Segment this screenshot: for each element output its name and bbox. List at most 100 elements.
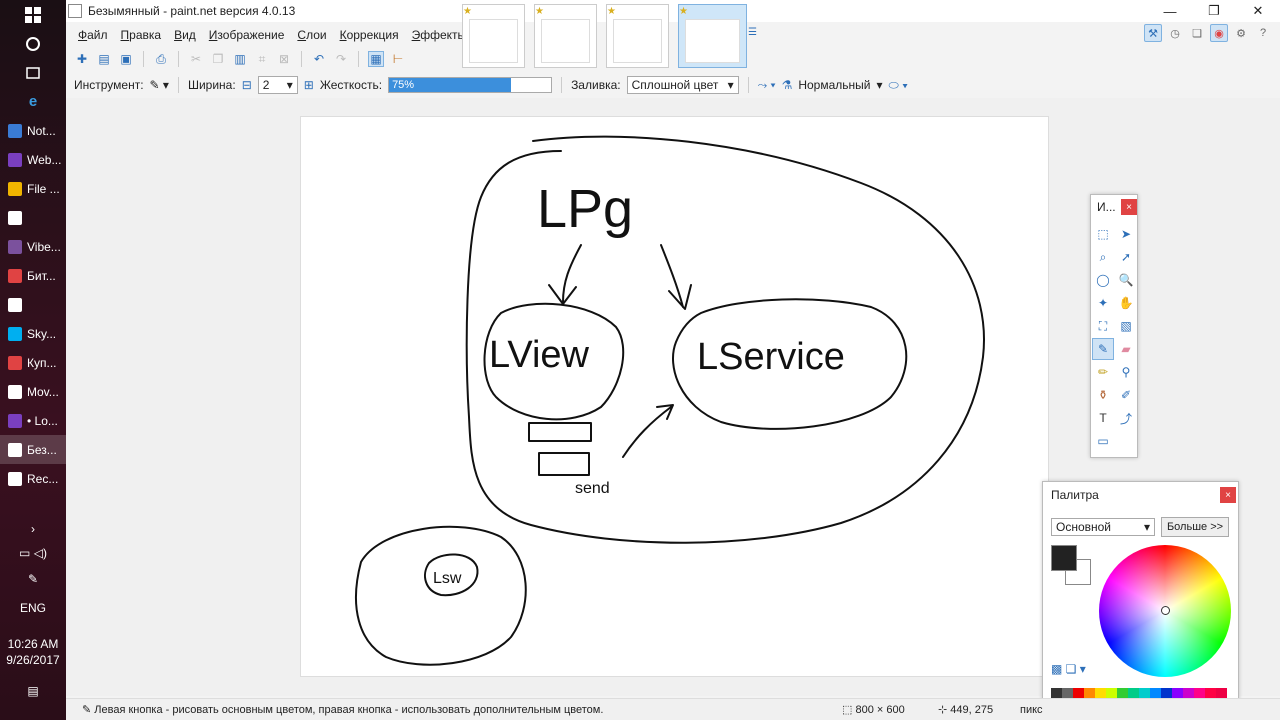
- menu-file[interactable]: Файл: [78, 28, 108, 42]
- shapes-icon[interactable]: ▭: [1092, 430, 1114, 452]
- rectangle-select-icon[interactable]: ⬚: [1092, 223, 1114, 245]
- notifications-icon[interactable]: ▤: [0, 684, 66, 698]
- chevron-down-icon[interactable]: ▾: [877, 78, 883, 92]
- menu-effects[interactable]: Эффекты: [412, 28, 467, 42]
- paint-bucket-icon[interactable]: ⛶: [1092, 315, 1114, 337]
- print-icon[interactable]: ⎙: [153, 51, 169, 67]
- width-increase-icon[interactable]: ⊞: [304, 78, 314, 92]
- hardness-slider[interactable]: 75%: [388, 77, 553, 93]
- menu-view[interactable]: Вид: [174, 28, 196, 42]
- clone-stamp-icon[interactable]: ⚱: [1092, 384, 1114, 406]
- tools-window-header[interactable]: И... ×: [1091, 195, 1137, 219]
- palette-mode-select[interactable]: Основной ▾: [1051, 518, 1155, 536]
- palette-more-button[interactable]: Больше >>: [1161, 517, 1229, 537]
- drawing-canvas[interactable]: LPg LView LService send Lsw: [300, 116, 1049, 677]
- clock-date[interactable]: 9/26/2017: [0, 653, 66, 667]
- open-icon[interactable]: ▤: [96, 51, 112, 67]
- colors-window-toggle-icon[interactable]: ◉: [1210, 24, 1228, 42]
- image-tab[interactable]: ★: [462, 4, 525, 68]
- tray-battery-volume-icons[interactable]: ▭ ◁): [0, 546, 66, 560]
- deselect-icon[interactable]: ⊠: [276, 51, 292, 67]
- color-wheel-marker[interactable]: [1161, 606, 1170, 615]
- taskbar-app-button[interactable]: Бит...: [0, 261, 66, 290]
- primary-color-swatch[interactable]: [1051, 545, 1077, 571]
- move-selection-icon[interactable]: ➚: [1115, 246, 1137, 268]
- cut-icon[interactable]: ✂: [188, 51, 204, 67]
- gradient-icon[interactable]: ▧: [1115, 315, 1137, 337]
- menu-image[interactable]: Изображение: [209, 28, 285, 42]
- width-select[interactable]: 2 ▾: [257, 76, 298, 94]
- taskbar-app-button[interactable]: File ...: [0, 174, 66, 203]
- grid-icon[interactable]: ▦: [368, 51, 384, 67]
- ellipse-select-icon[interactable]: ◯: [1092, 269, 1114, 291]
- fill-select[interactable]: Сплошной цвет ▾: [626, 76, 739, 94]
- alpha-blend-icon[interactable]: ⬭ ▾: [889, 78, 908, 93]
- taskbar-app-button[interactable]: [0, 290, 66, 319]
- history-window-toggle-icon[interactable]: ◷: [1166, 24, 1184, 42]
- brush-tool-icon[interactable]: ✎ ▾: [150, 78, 169, 92]
- redo-icon[interactable]: ↷: [333, 51, 349, 67]
- image-tab-active[interactable]: ★: [678, 4, 747, 68]
- help-icon[interactable]: ?: [1254, 24, 1272, 42]
- pan-icon[interactable]: ✋: [1115, 292, 1137, 314]
- palette-window-close-icon[interactable]: ×: [1220, 487, 1236, 503]
- recolor-icon[interactable]: ✐: [1115, 384, 1137, 406]
- taskbar-app-button[interactable]: Vibe...: [0, 232, 66, 261]
- units-select[interactable]: пикс: [1020, 704, 1043, 716]
- tabs-dropdown-icon[interactable]: ☰: [748, 27, 757, 38]
- app-icon: [8, 239, 22, 254]
- start-button[interactable]: [0, 0, 66, 29]
- queue-box-shape: [538, 452, 590, 476]
- undo-icon[interactable]: ↶: [311, 51, 327, 67]
- blend-mode-select[interactable]: Нормальный: [798, 78, 870, 92]
- taskbar-app-button[interactable]: [0, 203, 66, 232]
- tools-window-toggle-icon[interactable]: ⚒: [1144, 24, 1162, 42]
- menu-edit[interactable]: Правка: [121, 28, 162, 42]
- move-selected-icon[interactable]: ➤: [1115, 223, 1137, 245]
- width-decrease-icon[interactable]: ⊟: [242, 78, 252, 92]
- taskbar-app-button[interactable]: Mov...: [0, 377, 66, 406]
- taskbar-app-button[interactable]: Без...: [0, 435, 66, 464]
- palette-window-header[interactable]: Палитра ×: [1043, 482, 1238, 508]
- clock-time[interactable]: 10:26 AM: [0, 637, 66, 651]
- lasso-select-icon[interactable]: ⌕: [1092, 246, 1114, 268]
- magic-wand-icon[interactable]: ✦: [1092, 292, 1114, 314]
- taskbar-app-button[interactable]: Sky...: [0, 319, 66, 348]
- pencil-icon[interactable]: ✏: [1092, 361, 1114, 383]
- maximize-button[interactable]: ❐: [1192, 0, 1236, 22]
- taskbar-app-button[interactable]: Rec...: [0, 464, 66, 493]
- edge-button[interactable]: e: [0, 87, 66, 116]
- task-view-button[interactable]: [0, 58, 66, 87]
- antialias-icon[interactable]: ⤳ ▾: [758, 78, 776, 93]
- palette-menu-icon[interactable]: ▩ ❏ ▾: [1051, 662, 1086, 676]
- tray-expand-chevron-icon[interactable]: ›: [0, 522, 66, 536]
- new-icon[interactable]: ✚: [74, 51, 90, 67]
- paintbrush-icon[interactable]: ✎: [1092, 338, 1114, 360]
- crop-icon[interactable]: ⌗: [254, 51, 270, 67]
- line-curve-icon[interactable]: ⤴: [1115, 407, 1137, 429]
- text-icon[interactable]: T: [1092, 407, 1114, 429]
- menu-adjustments[interactable]: Коррекция: [340, 28, 399, 42]
- taskbar-app-button[interactable]: Web...: [0, 145, 66, 174]
- layers-window-toggle-icon[interactable]: ❏: [1188, 24, 1206, 42]
- menu-layers[interactable]: Слои: [297, 28, 326, 42]
- settings-icon[interactable]: ⚙: [1232, 24, 1250, 42]
- taskbar-app-button[interactable]: Куп...: [0, 348, 66, 377]
- tools-window-close-icon[interactable]: ×: [1121, 199, 1137, 215]
- save-icon[interactable]: ▣: [118, 51, 134, 67]
- cortana-button[interactable]: [0, 29, 66, 58]
- ruler-icon[interactable]: ⊢: [390, 51, 406, 67]
- image-tab[interactable]: ★: [534, 4, 597, 68]
- copy-icon[interactable]: ❐: [210, 51, 226, 67]
- zoom-icon[interactable]: 🔍: [1115, 269, 1137, 291]
- image-tab[interactable]: ★: [606, 4, 669, 68]
- taskbar-app-button[interactable]: Not...: [0, 116, 66, 145]
- minimize-button[interactable]: —: [1148, 0, 1192, 22]
- pen-icon[interactable]: ✎: [0, 572, 66, 586]
- taskbar-app-button[interactable]: • Lo...: [0, 406, 66, 435]
- paste-icon[interactable]: ▥: [232, 51, 248, 67]
- language-indicator[interactable]: ENG: [0, 601, 66, 615]
- close-button[interactable]: ✕: [1236, 0, 1280, 22]
- eraser-icon[interactable]: ▰: [1115, 338, 1137, 360]
- color-picker-icon[interactable]: ⚲: [1115, 361, 1137, 383]
